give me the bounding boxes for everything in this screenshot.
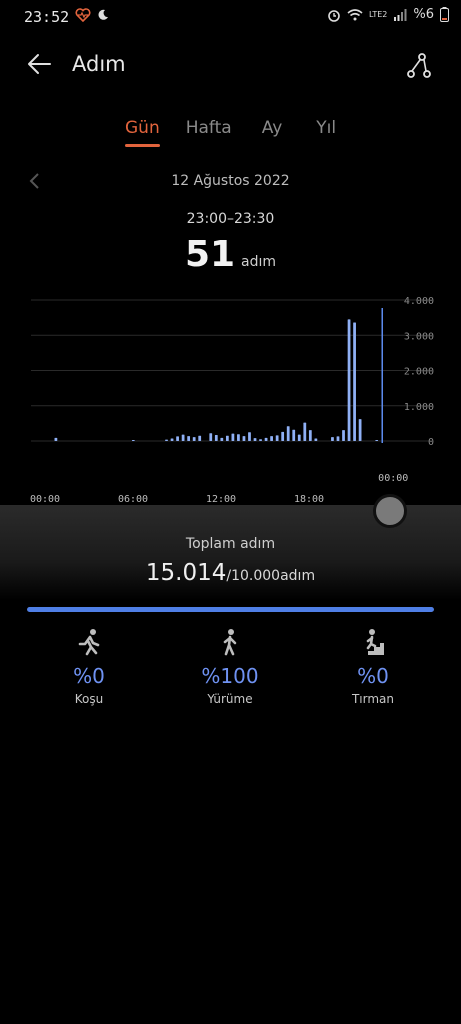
- climbing-label: Tırman: [351, 692, 395, 706]
- x-tick-label: 00:00: [30, 494, 60, 505]
- chart-bar: [353, 322, 356, 441]
- chart-bar: [220, 437, 224, 441]
- chart-bar: [264, 437, 268, 441]
- status-right: LTE2 %6: [327, 7, 449, 22]
- cursor-time-label: 00:00: [378, 473, 408, 484]
- chart-bar: [176, 436, 179, 441]
- health-heart-icon: [75, 8, 91, 22]
- chart-bar: [198, 435, 202, 441]
- selected-step-value: 51 adım: [0, 234, 461, 275]
- page-title: Adım: [72, 52, 126, 76]
- chart-bar: [181, 434, 185, 441]
- chart-bar: [231, 433, 235, 441]
- climbing-icon: [362, 629, 384, 655]
- chart-bar: [170, 438, 174, 441]
- chart-bar: [303, 422, 307, 441]
- chart-scrubber-handle[interactable]: [373, 494, 407, 528]
- running-percent: %0: [73, 664, 105, 688]
- chart-bar: [214, 435, 218, 441]
- chart-bar: [187, 436, 191, 441]
- tab-week[interactable]: Hafta: [186, 118, 232, 138]
- selected-steps-unit: adım: [241, 254, 277, 270]
- tab-day[interactable]: Gün: [125, 118, 160, 147]
- back-arrow-icon[interactable]: [26, 50, 54, 78]
- y-tick-label: 1.000: [404, 402, 434, 413]
- tab-year[interactable]: Yıl: [316, 118, 336, 138]
- chart-bar: [375, 439, 379, 441]
- selected-steps-number: 51: [184, 234, 236, 275]
- chart-bar: [131, 439, 135, 441]
- climbing-percent: %0: [357, 664, 389, 688]
- y-tick-label: 0: [428, 437, 434, 448]
- y-tick-label: 2.000: [404, 367, 434, 378]
- chart-bar: [347, 319, 351, 441]
- chart-bar: [248, 432, 251, 441]
- chart-bar: [342, 430, 345, 441]
- chart-bar: [297, 434, 301, 441]
- chart-bar: [308, 430, 312, 441]
- total-steps: 15.014/10.000adım: [0, 560, 461, 586]
- date-label: 12 Ağustos 2022: [171, 173, 290, 189]
- y-tick-label: 3.000: [404, 331, 434, 342]
- chart-bar: [209, 433, 213, 441]
- chart-bar: [253, 438, 257, 441]
- x-tick-label: 12:00: [206, 494, 236, 505]
- chart-bar: [270, 436, 273, 441]
- period-tabs: Gün Hafta Ay Yıl: [125, 118, 336, 147]
- chart-bar: [286, 426, 290, 441]
- steps-goal: /10.000adım: [226, 568, 316, 584]
- status-notification-icons: [75, 8, 109, 22]
- tab-month[interactable]: Ay: [262, 118, 283, 138]
- running-label: Koşu: [74, 692, 104, 706]
- chart-bar: [54, 437, 58, 441]
- chart-bar: [358, 419, 362, 441]
- total-steps-value: 15.014: [145, 560, 227, 586]
- chart-bar: [292, 429, 296, 441]
- chart-bar: [275, 435, 279, 441]
- chart-bar: [331, 437, 334, 441]
- chart-bar: [192, 437, 196, 441]
- selected-time-range: 23:00–23:30: [186, 211, 275, 227]
- moon-icon: [98, 9, 108, 20]
- chart-bar: [336, 436, 340, 441]
- route-share-icon[interactable]: [404, 52, 434, 80]
- signal-icon: [394, 8, 407, 21]
- walking-percent: %100: [201, 664, 259, 688]
- chart-bar: [237, 434, 240, 441]
- running-icon: [78, 629, 100, 656]
- status-time: 23:52: [24, 8, 70, 26]
- x-tick-label: 18:00: [294, 494, 324, 505]
- x-tick-label: 06:00: [118, 494, 148, 505]
- activity-running: %0 Koşu: [29, 628, 149, 706]
- y-tick-label: 4.000: [404, 296, 434, 307]
- chart-bar: [165, 439, 168, 441]
- status-bar: 23:52 LTE2 %6: [0, 0, 461, 34]
- steps-bar-chart[interactable]: 4.000 3.000 2.000 1.000 0 00:00 00:00 06:00 12:0…: [0, 286, 461, 516]
- battery-icon: [440, 7, 449, 22]
- chart-bar: [225, 435, 229, 441]
- activity-climbing: %0 Tırman: [313, 628, 433, 706]
- chart-bar: [259, 439, 262, 441]
- wifi-icon: [347, 8, 363, 20]
- battery-percent: %6: [413, 7, 434, 22]
- network-label: LTE2: [368, 10, 388, 19]
- chart-bar: [242, 436, 246, 441]
- chart-bar: [281, 431, 285, 441]
- walking-label: Yürüme: [207, 692, 253, 706]
- goal-progress-bar: [27, 607, 434, 612]
- walking-icon: [223, 629, 237, 656]
- chart-bar: [314, 438, 318, 441]
- activity-walking: %100 Yürüme: [170, 628, 290, 706]
- alarm-icon: [328, 9, 340, 22]
- total-steps-label: Toplam adım: [185, 536, 276, 552]
- goal-progress-fill: [27, 607, 434, 612]
